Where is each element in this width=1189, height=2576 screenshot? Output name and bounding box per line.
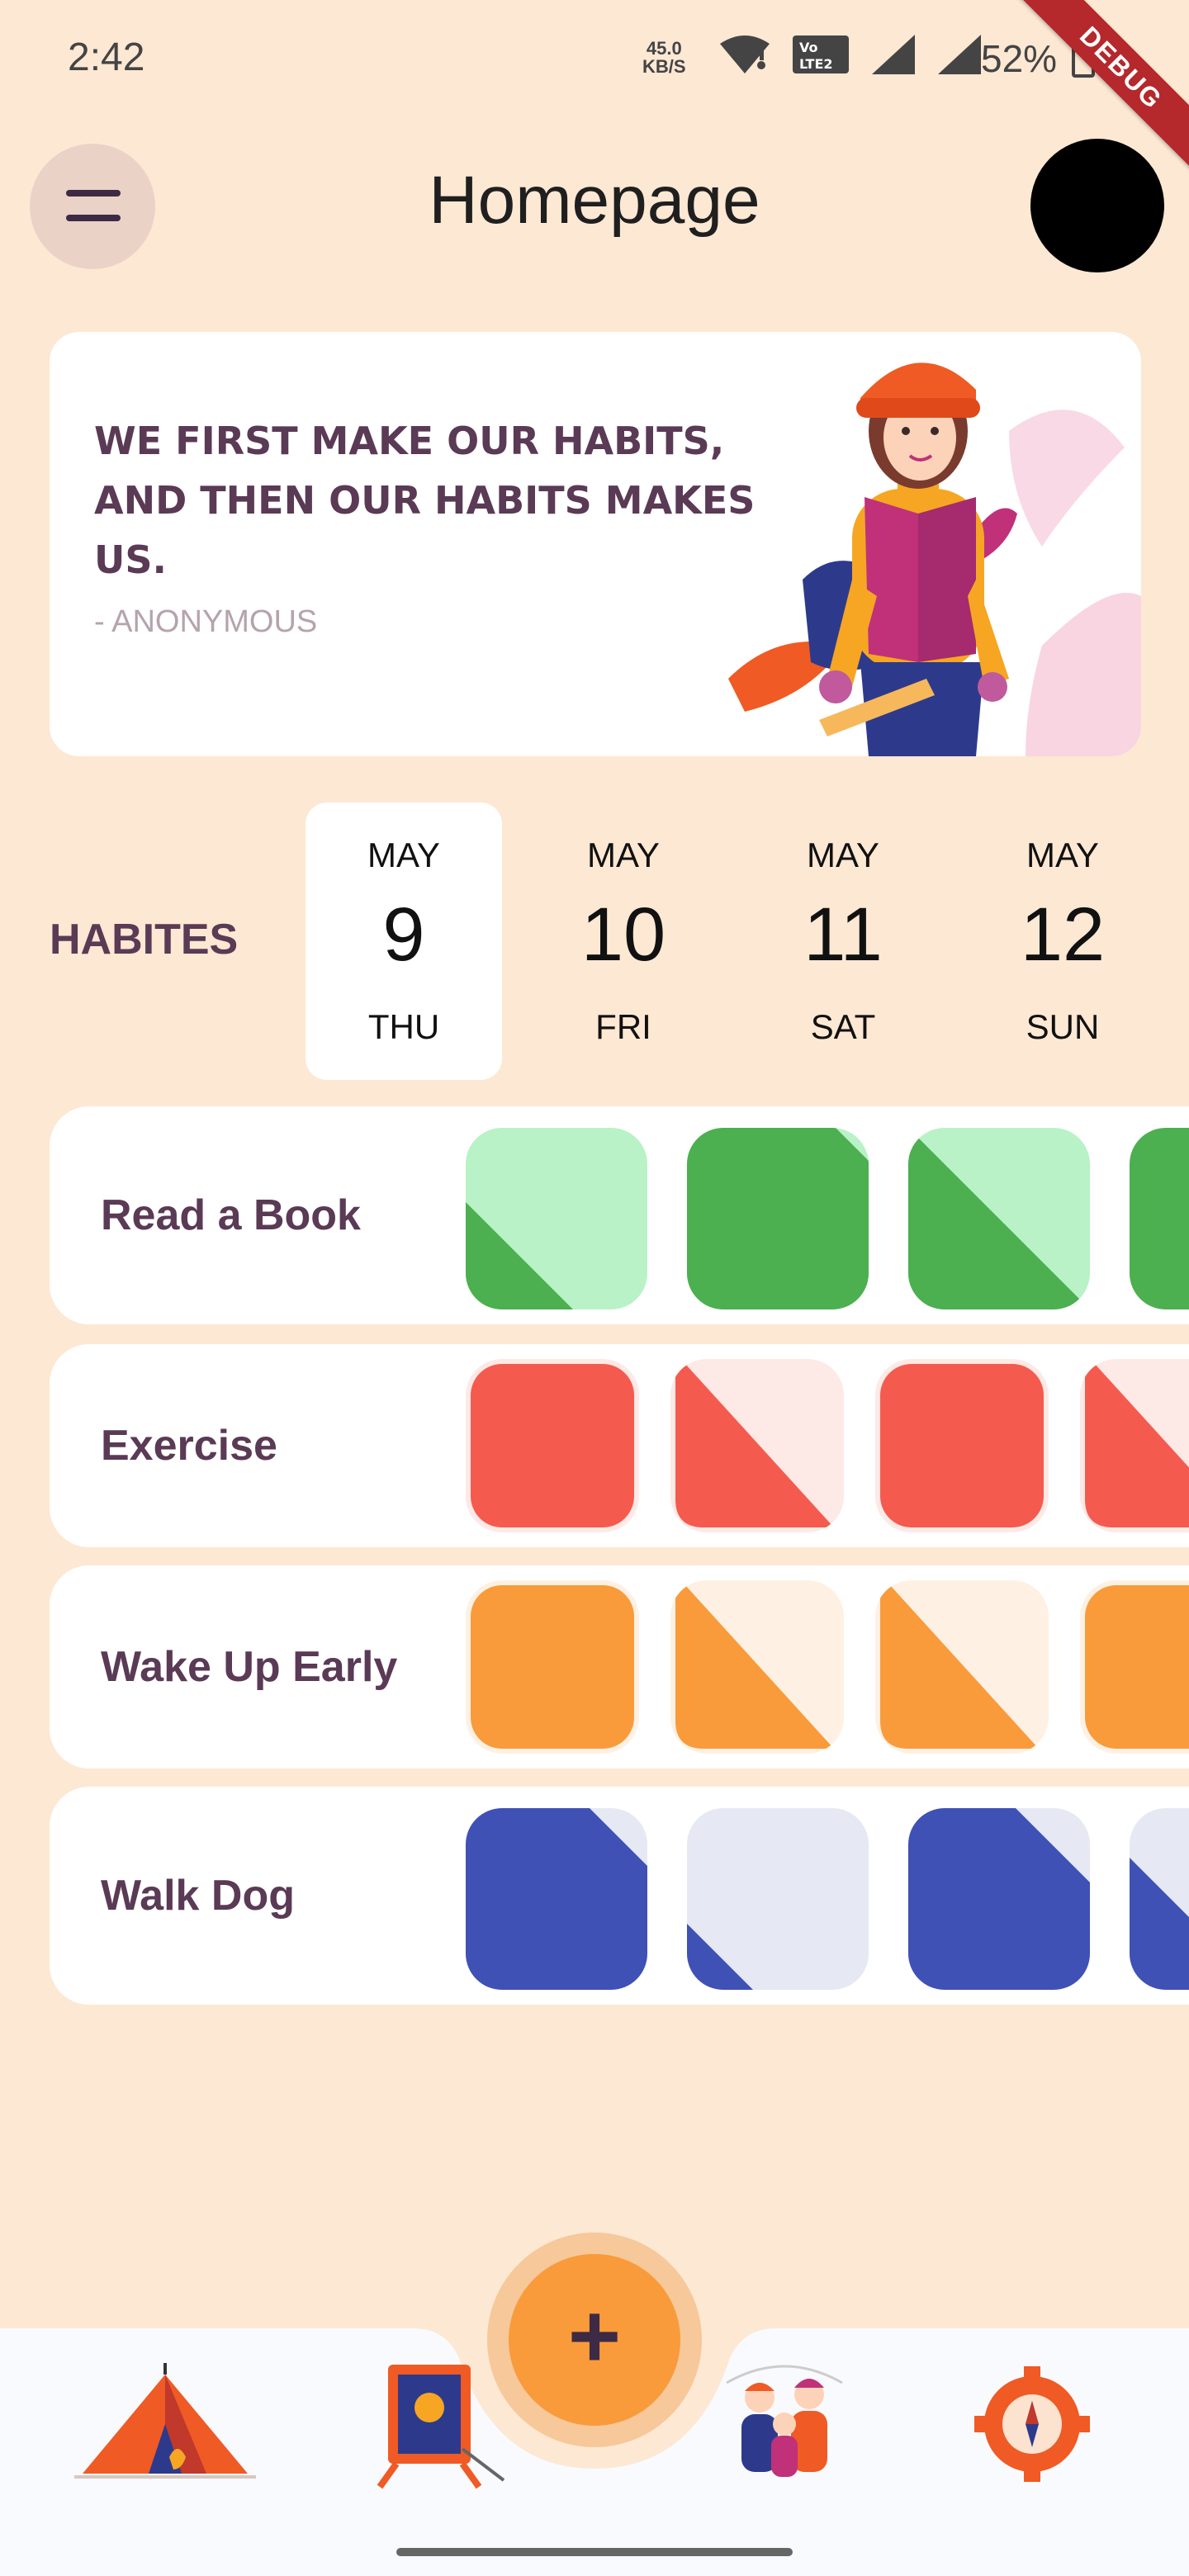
habit-day-tile[interactable] [466,1359,639,1532]
habit-row-exercise[interactable]: Exercise [50,1344,1189,1547]
status-bar: 2:42 45.0 KB/S Vo LTE2 52% DEBUG [0,0,1189,182]
page-title: Homepage [429,163,760,238]
avatar[interactable] [1030,139,1164,272]
habit-name: Wake Up Early [101,1643,398,1691]
habit-day-tile[interactable] [670,1359,844,1532]
habit-day-tile[interactable] [1080,1359,1189,1532]
quote-author: - ANONYMOUS [94,604,318,639]
svg-text:Vo: Vo [799,40,818,55]
habit-day-tile[interactable] [466,1580,639,1754]
wifi-icon [720,36,770,73]
habit-row-walk-dog[interactable]: Walk Dog [50,1787,1189,2005]
habit-day-tile[interactable] [1130,1808,1189,1990]
habit-day-tile[interactable] [875,1359,1049,1532]
signal-icon [872,35,915,74]
date-weekday: THU [367,1007,440,1046]
date-month: MAY [587,836,660,874]
battery-percent: 52% [981,37,1058,80]
tent-icon[interactable] [74,2358,256,2490]
habit-day-tile[interactable] [875,1580,1049,1754]
habit-row-wake-up-early[interactable]: Wake Up Early [50,1565,1189,1769]
date-item[interactable]: MAY 11 SAT [745,803,941,1080]
quote-card: We first make our habits, and then our h… [50,332,1141,756]
people-icon[interactable] [694,2358,875,2490]
date-item[interactable]: MAY 10 FRI [525,803,722,1080]
date-month: MAY [807,836,879,874]
date-day: 11 [803,893,883,977]
svg-text:LTE2: LTE2 [799,56,833,72]
date-weekday: FRI [595,1007,651,1046]
volte-icon: Vo LTE2 [793,36,849,73]
easel-icon[interactable] [339,2358,520,2490]
habit-day-tile[interactable] [670,1580,844,1754]
date-weekday: SUN [1026,1007,1100,1046]
habit-day-tile[interactable] [687,1128,869,1309]
signal-icon-2 [938,35,981,74]
habit-day-tile[interactable] [908,1128,1090,1309]
habit-name: Walk Dog [101,1872,295,1920]
date-selected[interactable]: MAY 9 THU [306,803,502,1080]
status-icons: Vo LTE2 [718,33,983,76]
habit-day-tile[interactable] [466,1128,647,1309]
habit-day-tile[interactable] [1080,1580,1189,1754]
date-item[interactable]: MAY 12 SUN [964,803,1161,1080]
date-month: MAY [367,836,440,874]
date-day: 10 [580,893,666,977]
habit-row-read-a-book[interactable]: Read a Book [50,1106,1189,1324]
date-month: MAY [1026,836,1099,874]
status-time: 2:42 [68,36,145,79]
habit-day-tile[interactable] [908,1808,1090,1990]
habit-day-tile[interactable] [466,1808,647,1990]
habit-name: Exercise [101,1422,277,1470]
date-day: 9 [382,893,425,977]
compass-gear-icon[interactable] [941,2358,1123,2490]
quote-text: We first make our habits, and then our h… [94,419,756,582]
date-day: 12 [1020,893,1106,977]
habit-day-tile[interactable] [1130,1128,1189,1309]
date-weekday: SAT [810,1007,876,1046]
hiker-girl-illustration [728,362,1141,756]
habit-day-tile[interactable] [687,1808,869,1990]
habit-name: Read a Book [101,1191,361,1239]
gesture-bar [396,2548,793,2556]
network-speed: 45.0 KB/S [642,38,686,77]
add-habit-button[interactable]: + [509,2254,680,2426]
habits-label: HABITES [50,916,239,964]
